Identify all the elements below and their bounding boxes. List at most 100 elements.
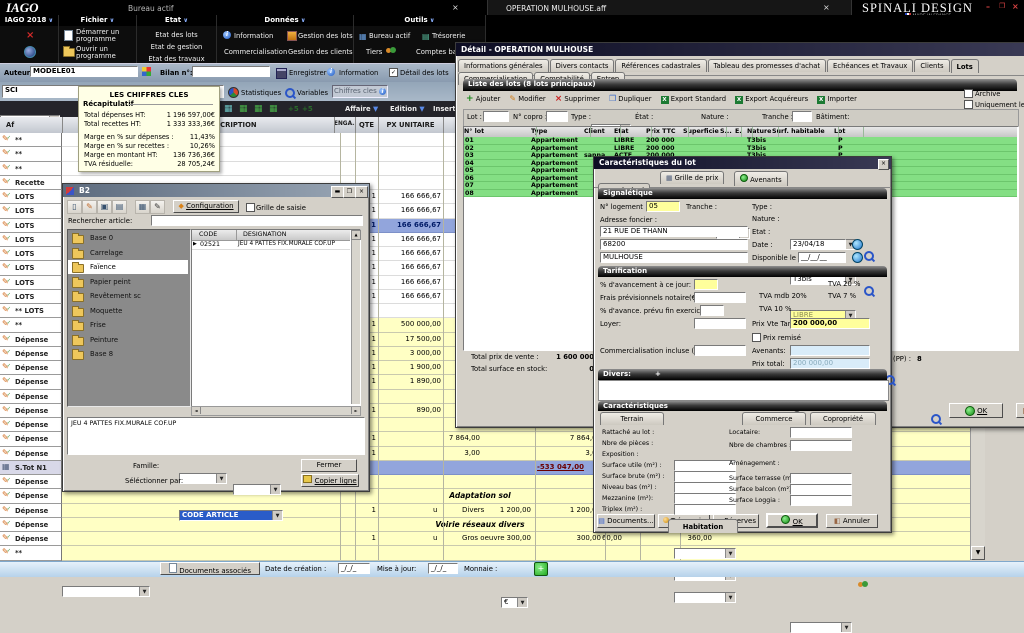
disponible-input[interactable]: __/__/__	[798, 252, 846, 263]
documents-associes-button[interactable]: Documents associés	[160, 562, 260, 575]
prix-search-icon[interactable]	[931, 414, 941, 424]
grid-view-icon[interactable]: ▦	[224, 104, 233, 114]
menu-item-tresorerie[interactable]: Trésorerie	[432, 32, 465, 40]
prix-remise-checkbox[interactable]	[752, 333, 761, 342]
column-header-8[interactable]: Nature	[747, 128, 771, 135]
close-icon[interactable]: ×	[452, 3, 459, 12]
field-input[interactable]	[790, 484, 852, 495]
menu-affaire[interactable]: Affaire ▼	[345, 105, 378, 113]
trash-icon[interactable]: ▯	[67, 200, 82, 214]
globe-icon[interactable]	[24, 46, 36, 58]
folder-item-moquette[interactable]: Moquette	[68, 304, 188, 318]
selectionner-select[interactable]: CODE ARTICLE▼	[179, 510, 283, 521]
avancement-input[interactable]	[694, 279, 718, 290]
menu-item-etat-gestion[interactable]: Etat de gestion	[137, 43, 216, 51]
field-input[interactable]	[674, 460, 736, 471]
chiffres-cles-button[interactable]: Chiffres cles i	[332, 85, 388, 98]
detail-ok-button[interactable]: OK	[949, 403, 1003, 418]
archive-checkbox[interactable]	[964, 89, 973, 98]
rechercher-input[interactable]	[151, 215, 363, 226]
prix-vte-input[interactable]: 200 000,00	[790, 318, 870, 329]
sidebar-row[interactable]: **	[0, 133, 62, 147]
uniquement-checkbox[interactable]	[964, 100, 973, 109]
famille-select-1[interactable]: ▼	[179, 473, 227, 484]
detail-annuler-button[interactable]: ◧ Annuler	[1016, 403, 1024, 418]
table-row[interactable]	[62, 546, 970, 560]
filter-copro-input[interactable]	[546, 111, 568, 122]
column-header-designation[interactable]: DESIGNATION	[243, 231, 286, 238]
variables-button[interactable]: Variables	[297, 89, 328, 97]
delete-icon[interactable]: ×	[26, 30, 34, 41]
save-button[interactable]: Enregistrer	[289, 69, 326, 77]
tab-tableau-des-promesses-d-achat[interactable]: Tableau des promesses d'achat	[708, 59, 827, 72]
sidebar-row[interactable]: LOTS	[0, 190, 62, 204]
lot-row[interactable]: 01AppartementLIBRE200 000T3bisP	[464, 137, 1017, 145]
supprimer-button[interactable]: × Supprimer	[555, 94, 600, 104]
commercialisation-input[interactable]	[694, 345, 746, 356]
tab-avenants[interactable]: Avenants	[734, 171, 788, 186]
tab-divers-contacts[interactable]: Divers contacts	[550, 59, 615, 72]
field-input[interactable]	[674, 493, 736, 504]
column-header-enga[interactable]: ENGA..	[334, 121, 357, 127]
maj-input[interactable]: _/_/_	[428, 563, 458, 574]
field-input[interactable]	[790, 440, 852, 451]
sidebar-row[interactable]: **	[0, 147, 62, 161]
field-select[interactable]: ▼	[674, 592, 736, 603]
sidebar-row[interactable]: Dépense	[0, 375, 62, 389]
palette-icon[interactable]	[142, 67, 151, 76]
nature-search-icon[interactable]	[864, 286, 874, 296]
sidebar-row[interactable]: LOTS	[0, 247, 62, 261]
sidebar-row[interactable]: **	[0, 318, 62, 332]
sidebar-row[interactable]: Dépense	[0, 390, 62, 404]
minimize-icon[interactable]: –	[986, 2, 990, 11]
sidebar-row[interactable]: Dépense	[0, 504, 62, 518]
close-icon[interactable]: ×	[878, 159, 889, 170]
divers-add-icon[interactable]: +	[655, 370, 661, 378]
lot-row[interactable]: 02AppartementLIBRE200 000T3bisP	[464, 145, 1017, 153]
export-acqu-reurs-button[interactable]: X Export Acquéreurs	[735, 95, 808, 104]
date-clock-icon[interactable]	[852, 239, 863, 250]
sidebar-row[interactable]: Dépense	[0, 518, 62, 532]
folder-item-peinture[interactable]: Peinture	[68, 333, 188, 347]
fermer-button[interactable]: Fermer	[301, 459, 357, 472]
menu-outils[interactable]: Outils	[354, 15, 485, 26]
people-icon[interactable]	[858, 581, 869, 589]
column-header-3[interactable]: Etat	[614, 128, 629, 135]
sidebar-row[interactable]: Dépense	[0, 447, 62, 461]
stamp-icon[interactable]: ▣	[97, 200, 112, 214]
column-header-10[interactable]: Lot	[834, 128, 845, 135]
sidebar-row[interactable]: Dépense	[0, 432, 62, 446]
ville-input[interactable]: MULHOUSE	[600, 252, 748, 263]
famille-select-2[interactable]: ▼	[233, 484, 281, 495]
sidebar-row[interactable]: Recette	[0, 176, 62, 190]
menu-item-bureau-actif[interactable]: Bureau actif	[369, 32, 410, 40]
field-input[interactable]	[674, 482, 736, 493]
folder-item-base-0[interactable]: Base 0	[68, 231, 188, 245]
folder-item-frise[interactable]: Frise	[68, 318, 188, 332]
tab-grille-prix[interactable]: ▦ Grille de prix	[660, 171, 724, 184]
column-header-2[interactable]: Client	[584, 128, 605, 135]
column-header-0[interactable]: N° lot	[464, 128, 484, 135]
menu-iago-2018[interactable]: IAGO 2018	[0, 15, 58, 26]
field-input[interactable]	[790, 495, 852, 506]
folder-item-base-8[interactable]: Base 8	[68, 347, 188, 361]
table-row[interactable]: Gros oeuvre1u300,00300,0060,00360,00	[62, 532, 970, 546]
tab-r-f-rences-cadastrales[interactable]: Références cadastrales	[615, 59, 706, 72]
b2-list-row[interactable]: ▶ 02521 JEU 4 PATTES FIX.MURALE COF.UP	[192, 240, 350, 250]
folder-item-fa-ence[interactable]: Faïence	[68, 260, 188, 274]
field-input[interactable]	[790, 473, 852, 484]
loyer-input[interactable]	[694, 318, 746, 329]
add-row-icon[interactable]: +5	[302, 105, 313, 113]
menu-item-etat-travaux[interactable]: Etat des travaux	[137, 55, 216, 63]
date-input[interactable]: 23/04/18	[790, 239, 846, 250]
print-icon[interactable]: ▦	[135, 200, 150, 214]
adresse-input[interactable]: 21 RUE DE THANN	[600, 226, 748, 237]
sidebar-row[interactable]: Dépense	[0, 361, 62, 375]
tab-terrain[interactable]: Terrain	[600, 412, 664, 425]
grid-view-icon[interactable]: ▦	[269, 104, 278, 114]
menu-donnees[interactable]: Données	[217, 15, 353, 26]
grid-view-icon[interactable]: ▦	[239, 104, 248, 114]
detail-lots-checkbox[interactable]: ✓	[389, 68, 398, 77]
column-header-code[interactable]: CODE	[199, 231, 217, 238]
sidebar-row[interactable]: LOTS	[0, 219, 62, 233]
